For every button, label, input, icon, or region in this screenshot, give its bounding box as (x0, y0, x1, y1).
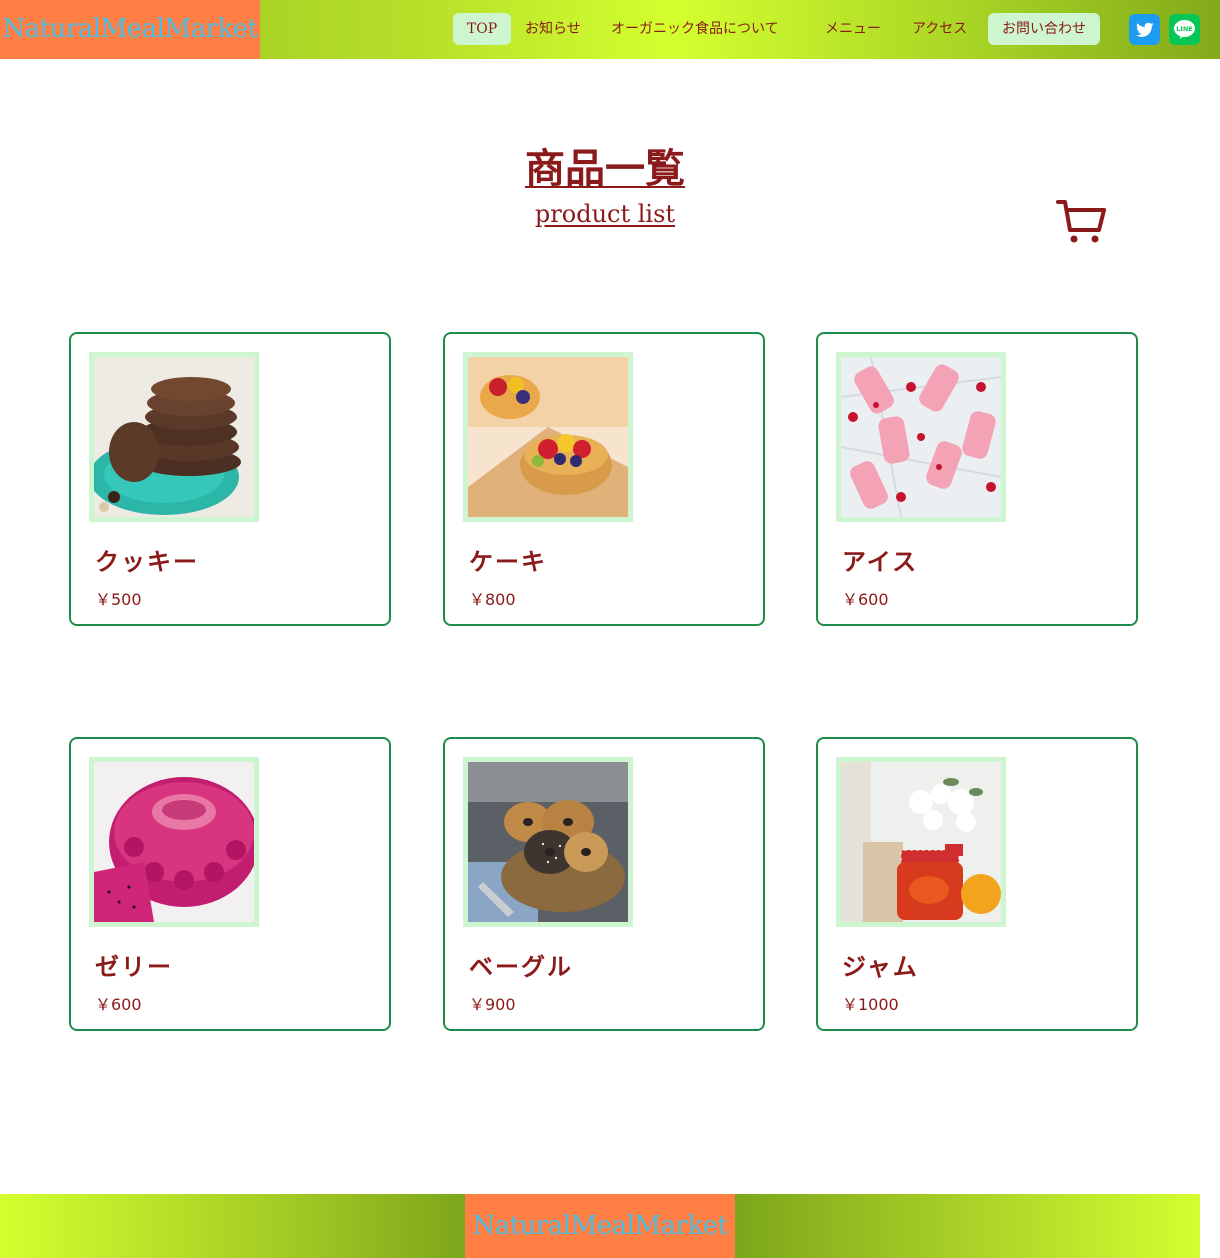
nav-item-access[interactable]: アクセス (912, 13, 967, 45)
product-name: ケーキ (469, 547, 547, 576)
nav-item-organic[interactable]: オーガニック食品について (611, 13, 779, 45)
page-subtitle: product list (0, 200, 1210, 228)
shopping-cart-icon[interactable] (1056, 198, 1106, 246)
product-card-cookie[interactable]: クッキー ￥500 (69, 332, 391, 626)
twitter-icon[interactable] (1129, 14, 1160, 45)
product-name: ジャム (842, 952, 919, 981)
product-image (836, 757, 1006, 927)
product-image (836, 352, 1006, 522)
page-subtitle-text: product list (534, 200, 676, 228)
product-price: ￥600 (842, 590, 889, 609)
product-name: ベーグル (469, 952, 573, 981)
nav-item-menu[interactable]: メニュー (825, 13, 881, 45)
product-price: ￥1000 (842, 995, 899, 1014)
site-header: NaturalMealMarket TOP お知らせ オーガニック食品について … (0, 0, 1220, 59)
product-image (89, 352, 259, 522)
product-image (463, 352, 633, 522)
nav-item-news[interactable]: お知らせ (525, 13, 581, 45)
product-card-jam[interactable]: ジャム ￥1000 (816, 737, 1138, 1031)
main-nav: TOP お知らせ オーガニック食品について メニュー アクセス お問い合わせ (0, 13, 1220, 45)
product-card-cake[interactable]: ケーキ ￥800 (443, 332, 765, 626)
nav-item-top[interactable]: TOP (453, 13, 511, 45)
product-name: クッキー (95, 547, 199, 576)
product-image (463, 757, 633, 927)
line-icon-label: LINE (1176, 25, 1192, 33)
line-icon[interactable]: LINE (1169, 14, 1200, 45)
product-price: ￥600 (95, 995, 142, 1014)
page-title-text: 商品一覧 (525, 145, 685, 192)
product-name: ゼリー (95, 952, 173, 981)
site-footer: NaturalMealMarket (0, 1194, 1200, 1258)
page-title: 商品一覧 (0, 136, 1210, 194)
product-price: ￥500 (95, 590, 142, 609)
product-price: ￥800 (469, 590, 516, 609)
product-card-bagel[interactable]: ベーグル ￥900 (443, 737, 765, 1031)
product-card-ice[interactable]: アイス ￥600 (816, 332, 1138, 626)
product-name: アイス (842, 547, 919, 576)
product-image (89, 757, 259, 927)
product-price: ￥900 (469, 995, 516, 1014)
product-card-jelly[interactable]: ゼリー ￥600 (69, 737, 391, 1031)
nav-item-contact[interactable]: お問い合わせ (988, 13, 1100, 45)
footer-logo[interactable]: NaturalMealMarket (465, 1194, 735, 1258)
